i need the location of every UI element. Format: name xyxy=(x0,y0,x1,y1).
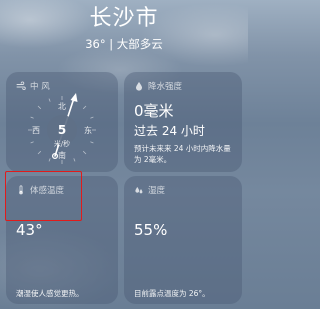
wind-card[interactable]: 中 风 北 东 南 西 5 米/秒 xyxy=(6,72,118,172)
current-conditions: 36° | 大部多云 xyxy=(85,37,163,51)
raindrop-icon xyxy=(136,82,142,91)
feels-like-description: 潮湿使人感觉更热。 xyxy=(16,289,84,298)
precipitation-period: 过去 24 小时 xyxy=(134,124,205,138)
precipitation-title-label: 降水强度 xyxy=(148,82,183,92)
precipitation-card-title: 降水强度 xyxy=(134,80,182,92)
humidity-icon xyxy=(135,187,143,194)
humidity-card-title: 湿度 xyxy=(134,184,165,196)
city-name: 长沙市 xyxy=(89,6,159,31)
wind-speed-unit: 米/秒 xyxy=(53,140,71,148)
feels-like-value: 43° xyxy=(16,221,43,239)
humidity-card[interactable]: 湿度 55% 目前露点温度为 26°。 xyxy=(124,176,242,304)
highlight-annotation-box xyxy=(5,171,82,221)
precipitation-card[interactable]: 降水强度 0毫米 过去 24 小时 预计未来来 24 小时内降水量为 2毫米。 xyxy=(124,72,242,172)
weather-header: 长沙市 36° | 大部多云 xyxy=(0,6,248,51)
wind-compass: 北 东 南 西 5 米/秒 xyxy=(18,90,106,170)
humidity-value: 55% xyxy=(134,221,168,239)
precipitation-amount: 0毫米 xyxy=(134,102,174,120)
compass-north-label: 北 xyxy=(58,102,66,111)
humidity-description: 目前露点温度为 26°。 xyxy=(134,289,210,298)
wind-speed-value: 5 xyxy=(57,123,67,137)
compass-south-label: 南 xyxy=(58,151,66,160)
precipitation-forecast-note: 预计未来来 24 小时内降水量为 2毫米。 xyxy=(134,144,231,164)
humidity-title-label: 湿度 xyxy=(148,186,166,196)
